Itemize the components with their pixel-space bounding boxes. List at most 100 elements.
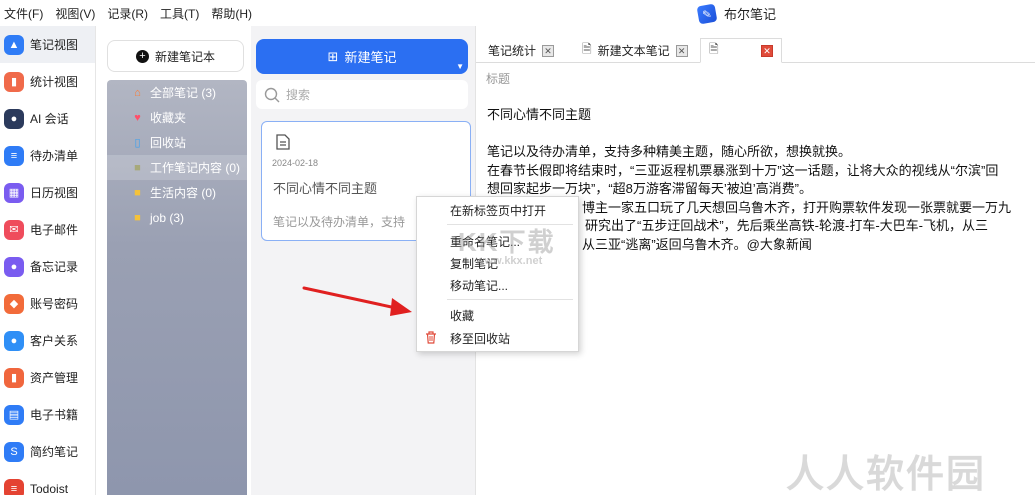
ctx-label: 移动笔记...	[450, 278, 509, 293]
ctx-move-note[interactable]: 移动笔记...	[417, 275, 578, 295]
note-snippet: 笔记以及待办清单，支持	[273, 215, 406, 229]
menu-record[interactable]: 记录(R)	[101, 5, 154, 22]
simple-notes-icon: S	[4, 441, 24, 462]
app-logo-icon: ✎	[696, 3, 718, 24]
nav-item[interactable]: ● 备忘记录	[0, 248, 95, 285]
nav-item[interactable]: ● AI 会话	[0, 100, 95, 137]
note-date: 2024-02-18	[272, 158, 319, 168]
nav-item-label: 笔记视图	[30, 38, 79, 52]
tree-item-label: 工作笔记内容 (0)	[150, 161, 241, 175]
ctx-favorite[interactable]: 收藏	[417, 305, 578, 325]
nav-item[interactable]: ✉ 电子邮件	[0, 211, 95, 248]
tab-label: 笔记统计	[488, 44, 537, 58]
watermark-text: KK下载	[458, 227, 556, 257]
document-icon: 🗎	[709, 42, 719, 56]
home-icon: ⌂	[134, 86, 141, 99]
new-note-icon: ⊞	[327, 48, 339, 64]
memo-icon: ●	[4, 256, 24, 277]
tree-item-label: job (3)	[150, 210, 185, 225]
ctx-label: 在新标签页中打开	[450, 203, 547, 218]
account-password-icon: ◆	[4, 293, 24, 314]
menu-help[interactable]: 帮助(H)	[205, 5, 258, 22]
favorites-icon: ♥	[134, 111, 141, 124]
nav-item[interactable]: ● 客户关系	[0, 322, 95, 359]
new-notebook-button[interactable]: + 新建笔记本	[107, 40, 244, 72]
tree-item[interactable]: ■ job (3)	[107, 205, 247, 230]
nav-item[interactable]: ▮ 统计视图	[0, 63, 95, 100]
dropdown-caret-icon[interactable]: ▼	[456, 62, 464, 71]
tree-item[interactable]: ♥ 收藏夹	[107, 105, 247, 130]
ctx-label: 移至回收站	[450, 331, 511, 346]
note-title: 不同心情不同主题	[273, 181, 378, 196]
nav-item-label: 日历视图	[30, 186, 79, 200]
nav-item[interactable]: ≡ Todoist	[0, 470, 95, 495]
nav-item-label: 账号密码	[30, 297, 79, 311]
content-line	[487, 125, 1035, 144]
ctx-move-to-trash[interactable]: 移至回收站	[417, 328, 578, 348]
tree-item[interactable]: ⌂ 全部笔记 (3)	[107, 80, 247, 105]
nav-item-label: AI 会话	[30, 112, 69, 126]
todoist-icon: ≡	[4, 478, 24, 495]
tab-current-note[interactable]: 🗎 ✕	[700, 38, 782, 63]
recycle-bin-icon: ▯	[134, 137, 141, 149]
tree-item[interactable]: ■ 生活内容 (0)	[107, 180, 247, 205]
nav-item[interactable]: ▮ 资产管理	[0, 359, 95, 396]
watermark-renren: 人人软件园	[786, 454, 987, 495]
menu-file[interactable]: 文件(F)	[0, 5, 49, 22]
tree-item[interactable]: ▯ 回收站	[107, 130, 247, 155]
nav-item[interactable]: ≡ 待办清单	[0, 137, 95, 174]
content-line: 不同心情不同主题	[487, 107, 592, 122]
nav-item[interactable]: ▤ 电子书籍	[0, 396, 95, 433]
close-icon[interactable]: ✕	[542, 44, 555, 57]
ctx-open-new-tab[interactable]: 在新标签页中打开	[417, 200, 578, 220]
watermark-kk: KK下载 www.kkx.net	[458, 222, 578, 267]
app-title-text: 布尔笔记	[724, 7, 777, 22]
new-note-label: 新建笔记	[344, 50, 397, 65]
folder-icon: ■	[134, 161, 141, 174]
customer-relations-icon: ●	[4, 330, 24, 351]
nav-item[interactable]: ▲ 笔记视图	[0, 26, 95, 63]
nav-item-label: 统计视图	[30, 75, 79, 89]
menu-tools[interactable]: 工具(T)	[154, 5, 205, 22]
close-icon[interactable]: ✕	[761, 44, 773, 57]
email-icon: ✉	[4, 219, 24, 240]
plus-circle-icon: +	[135, 49, 149, 63]
nav-item-label: 备忘记录	[30, 260, 79, 274]
ebook-icon: ▤	[4, 404, 24, 425]
nav-item-label: 电子邮件	[30, 223, 79, 237]
search-input[interactable]: 搜索	[256, 80, 468, 109]
title-input[interactable]: 标题	[486, 70, 510, 87]
tree-item[interactable]: ■ 工作笔记内容 (0)	[107, 155, 247, 180]
content-line: 在春节长假即将结束时，“三亚返程机票暴涨到十万”这一话题，让将大众的视线从“尔滨…	[487, 162, 999, 178]
folder-icon: ■	[134, 186, 141, 199]
tab-new-text-note[interactable]: 🗎 新建文本笔记 ✕	[574, 38, 696, 63]
stats-view-icon: ▮	[4, 71, 24, 92]
close-icon[interactable]: ✕	[675, 44, 688, 57]
folder-icon: ■	[134, 211, 141, 224]
nav-item-label: 电子书籍	[30, 408, 79, 422]
new-notebook-label: 新建笔记本	[154, 49, 215, 64]
red-arrow-annotation	[302, 286, 412, 316]
tab-bar: 笔记统计 ✕ 🗎 新建文本笔记 ✕ 🗎 ✕	[476, 36, 1035, 63]
left-nav: ▲ 笔记视图 ▮ 统计视图 ● AI 会话 ≡ 待办清单 ▦ 日历视图 ✉ 电子邮件 ● 备忘记录 ◆ 账号密…	[0, 26, 96, 495]
nav-item-label: 客户关系	[30, 334, 79, 348]
nav-item[interactable]: S 简约笔记	[0, 433, 95, 470]
menu-view[interactable]: 视图(V)	[49, 5, 101, 22]
notebook-panel: + 新建笔记本 ⌂ 全部笔记 (3) ♥ 收藏夹 ▯ 回收站 ■ 工作笔记内容 (0) ■ 生活内…	[96, 26, 251, 495]
context-menu: 在新标签页中打开 重命名笔记... 复制笔记 移动笔记... 收藏 移至回收站	[416, 196, 579, 352]
search-placeholder: 搜索	[286, 88, 311, 102]
calendar-view-icon: ▦	[4, 182, 24, 203]
tab-label: 新建文本笔记	[597, 44, 670, 58]
app-title: ✎ 布尔笔记	[696, 3, 777, 24]
tree-item-label: 收藏夹	[150, 111, 187, 125]
trash-icon	[426, 331, 436, 344]
tree-item-label: 生活内容 (0)	[150, 186, 217, 200]
tab-note-stats[interactable]: 笔记统计 ✕	[480, 38, 562, 63]
nav-item[interactable]: ▦ 日历视图	[0, 174, 95, 211]
nav-item[interactable]: ◆ 账号密码	[0, 285, 95, 322]
menubar: 文件(F) 视图(V) 记录(R) 工具(T) 帮助(H)	[0, 0, 1035, 26]
new-note-button[interactable]: ⊞ 新建笔记 ▼	[256, 39, 468, 74]
ctx-label: 收藏	[450, 308, 475, 323]
document-icon	[276, 134, 290, 150]
nav-item-label: 待办清单	[30, 149, 79, 163]
